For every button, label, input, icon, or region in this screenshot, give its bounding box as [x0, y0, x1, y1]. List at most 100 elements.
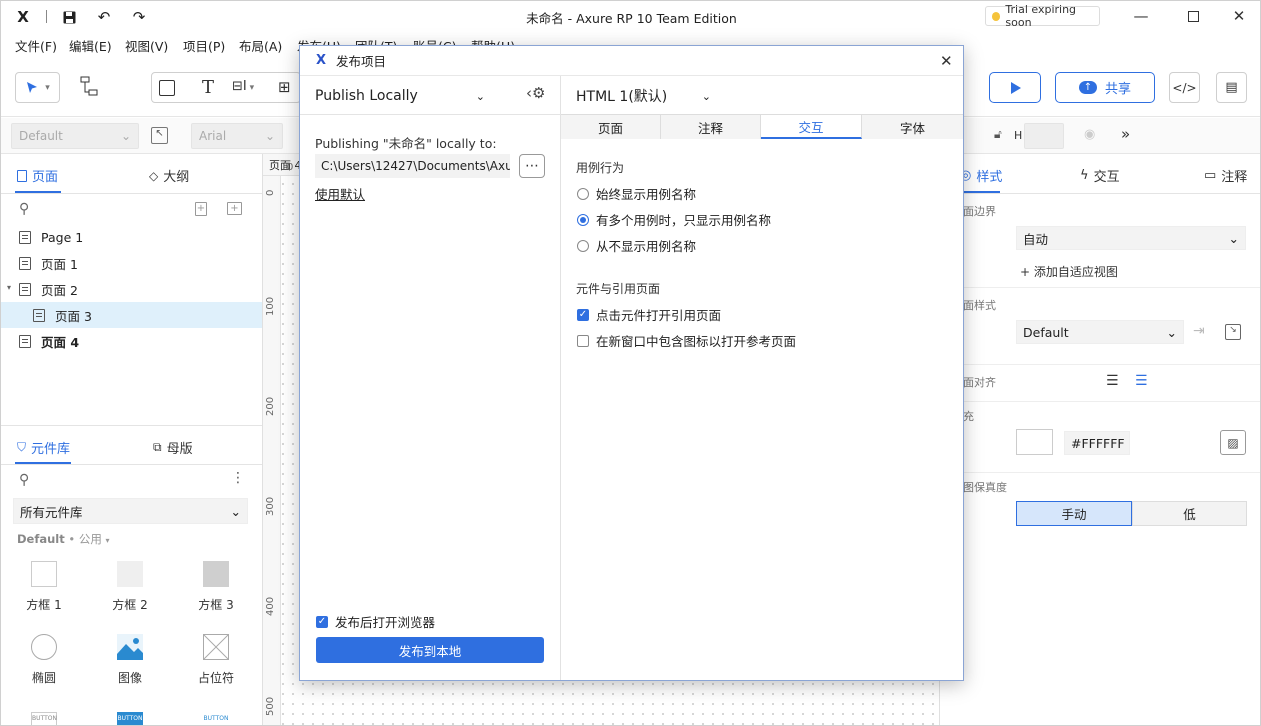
tab-libraries[interactable]: ⛉ 元件库 [17, 438, 70, 457]
image-widget-label: 图像 [117, 671, 142, 685]
page-item[interactable]: ▾ 页面 2 [1, 276, 262, 302]
add-adaptive-view-link[interactable]: + 添加自适应视图 [1020, 263, 1118, 280]
maximize-button[interactable] [1181, 5, 1205, 27]
visibility-icon[interactable]: ◉ [1084, 127, 1095, 142]
more-vertical-icon[interactable]: ⋮ [231, 470, 245, 486]
text-tool-icon[interactable]: T [202, 77, 214, 98]
box2-widget-icon[interactable] [117, 561, 143, 587]
font-select[interactable]: Arial ⌄ [191, 123, 283, 149]
ellipse-widget-icon[interactable] [31, 634, 57, 660]
select-tool-button[interactable]: ▾ [15, 72, 60, 103]
box1-widget-icon[interactable] [31, 561, 57, 587]
trial-badge[interactable]: Trial expiring soon [985, 3, 1100, 29]
page-style-select[interactable]: Default ⌄ [1016, 320, 1184, 344]
browse-path-button[interactable]: ⋯ [519, 154, 545, 178]
style-select[interactable]: Default ⌄ [11, 123, 139, 149]
checkbox-open-reference[interactable]: ✓ [577, 308, 589, 321]
publish-mode-select[interactable]: Publish Locally ⌄ [315, 85, 485, 107]
tab-notes[interactable]: 注释 [661, 115, 761, 139]
use-default-link[interactable]: 使用默认 [315, 184, 365, 203]
style-link-icon[interactable]: ↖ [151, 127, 168, 144]
settings-gear-icon[interactable]: ‹⚙ [526, 84, 545, 102]
tab-libraries-label: 元件库 [31, 442, 71, 457]
page-item-selected[interactable]: 页面 3 [1, 302, 262, 328]
fill-hex-input[interactable]: #FFFFFF [1064, 431, 1130, 455]
menu-project[interactable]: 项目(P) [183, 36, 225, 55]
publish-path-input[interactable]: C:\Users\12427\Documents\Axur [315, 154, 510, 178]
edit-style-icon[interactable]: ↘ [1225, 324, 1241, 340]
tab-outline[interactable]: ◇ 大纲 [149, 166, 189, 186]
add-folder-icon[interactable]: + [227, 202, 242, 215]
placeholder-widget-icon[interactable] [202, 633, 230, 661]
page-item[interactable]: 页面 4 [1, 328, 262, 354]
search-icon[interactable]: ⚲ [19, 201, 29, 217]
image-widget-icon[interactable] [117, 634, 143, 660]
library-group[interactable]: Default • 公用 ▾ [17, 531, 110, 547]
more-chevron-icon[interactable]: » [1121, 125, 1130, 143]
chevron-down-icon: ⌄ [701, 89, 711, 103]
tab-masters[interactable]: ⧉ 母版 [153, 438, 193, 457]
rectangle-tool-icon[interactable] [159, 80, 175, 96]
radio-row[interactable]: 始终显示用例名称 [577, 184, 696, 203]
radio-never-show[interactable] [577, 239, 589, 252]
code-view-button[interactable]: </> [1169, 72, 1200, 103]
library-select[interactable]: 所有元件库 ⌄ [13, 498, 248, 524]
config-select[interactable]: HTML 1(默认) ⌄ [576, 85, 711, 107]
align-center-icon[interactable]: ☰ [1135, 373, 1148, 389]
primary-button-widget-icon[interactable]: BUTTON [117, 712, 143, 725]
radio-always-show[interactable] [577, 187, 589, 200]
tab-style[interactable]: ◎ 样式 [960, 166, 1002, 185]
page-item-label: 页面 2 [41, 282, 78, 298]
tab-pages[interactable]: 页面 [17, 166, 58, 185]
open-browser-checkbox-row[interactable]: ✓ 发布后打开浏览器 [316, 612, 435, 631]
tab-notes[interactable]: ▭ 注释 [1204, 166, 1247, 185]
tab-interactions[interactable]: 交互 [761, 115, 862, 139]
connector-tool-icon[interactable] [79, 75, 101, 99]
fidelity-manual-option[interactable]: 手动 [1016, 501, 1132, 526]
add-page-icon[interactable]: + [195, 202, 207, 216]
menu-edit[interactable]: 编辑(E) [69, 36, 112, 55]
radio-multiple-only[interactable] [577, 213, 589, 226]
fill-color-swatch[interactable] [1016, 429, 1053, 455]
publish-local-button[interactable]: 发布到本地 [316, 637, 544, 663]
fidelity-low-option[interactable]: 低 [1132, 501, 1247, 526]
tab-divider [940, 193, 1260, 194]
share-button[interactable]: ↑ 共享 [1055, 72, 1155, 103]
document-button[interactable]: ▤ [1216, 72, 1247, 103]
radio-label: 有多个用例时，只显示用例名称 [596, 213, 772, 228]
dialog-close-icon[interactable]: ✕ [940, 52, 953, 70]
menu-layout[interactable]: 布局(A) [239, 36, 282, 55]
input-tool-icon[interactable]: ⊟I ▾ [232, 79, 254, 94]
align-left-icon[interactable]: ☰ [1106, 373, 1119, 389]
open-browser-checkbox[interactable]: ✓ [316, 615, 328, 628]
table-tool-icon[interactable]: ⊞ [278, 78, 291, 96]
minimize-button[interactable]: — [1129, 5, 1153, 27]
menu-view[interactable]: 视图(V) [125, 36, 168, 55]
tab-pages[interactable]: 页面 [561, 115, 661, 139]
boundary-select[interactable]: 自动 ⌄ [1016, 226, 1246, 250]
apply-style-icon[interactable]: ⇥ [1193, 323, 1205, 339]
page-item[interactable]: 页面 1 [1, 250, 262, 276]
checkbox-new-window-icon[interactable] [577, 334, 589, 347]
link-button-widget-icon[interactable]: BUTTON [203, 712, 229, 725]
radio-row[interactable]: 从不显示用例名称 [577, 236, 696, 255]
button-widget-icon[interactable]: BUTTON [31, 712, 57, 725]
tab-fonts[interactable]: 字体 [862, 115, 963, 139]
checkbox-row[interactable]: 在新窗口中包含图标以打开参考页面 [577, 331, 796, 350]
expand-caret-icon[interactable]: ▾ [7, 283, 11, 292]
menu-file[interactable]: 文件(F) [15, 36, 57, 55]
preview-button[interactable] [989, 72, 1041, 103]
box3-widget-icon[interactable] [203, 561, 229, 587]
tab-masters-label: 母版 [166, 442, 193, 457]
library-subgroup: 公用 [78, 532, 102, 546]
search-icon[interactable]: ⚲ [19, 472, 29, 488]
fill-image-button[interactable]: ▨ [1220, 430, 1246, 455]
fill-hex-value: #FFFFFF [1071, 435, 1125, 451]
checkbox-row[interactable]: ✓ 点击元件打开引用页面 [577, 305, 721, 324]
tab-interactions[interactable]: ϟ 交互 [1080, 166, 1120, 185]
lock-icon[interactable]: 🔓︎ [994, 127, 1002, 142]
radio-row[interactable]: 有多个用例时，只显示用例名称 [577, 210, 771, 229]
close-window-button[interactable]: ✕ [1227, 5, 1251, 27]
page-item[interactable]: Page 1 [1, 224, 262, 250]
height-input[interactable] [1024, 123, 1064, 149]
